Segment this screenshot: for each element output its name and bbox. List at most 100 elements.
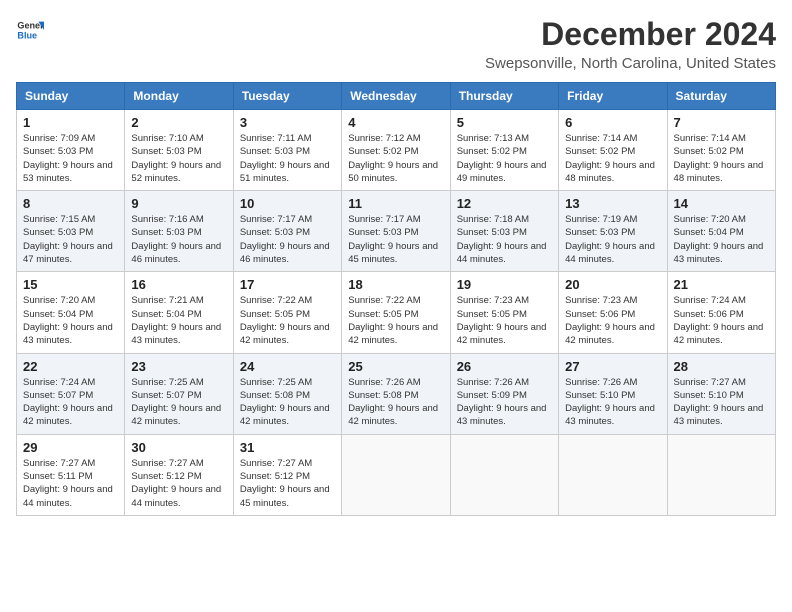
day-number: 6 — [565, 115, 660, 130]
day-info: Sunrise: 7:12 AM Sunset: 5:02 PM Dayligh… — [348, 132, 443, 185]
calendar-week-4: 22 Sunrise: 7:24 AM Sunset: 5:07 PM Dayli… — [17, 353, 776, 434]
day-info: Sunrise: 7:20 AM Sunset: 5:04 PM Dayligh… — [674, 213, 769, 266]
table-row: 3Sunrise: 7:11 AM Sunset: 5:03 PM Daylig… — [233, 110, 341, 191]
day-info: Sunrise: 7:14 AM Sunset: 5:02 PM Dayligh… — [674, 132, 769, 185]
calendar-header-row: Sunday Monday Tuesday Wednesday Thursday… — [17, 83, 776, 110]
logo-icon: General Blue — [16, 16, 44, 44]
table-row — [450, 434, 558, 515]
day-info: Sunrise: 7:27 AM Sunset: 5:11 PM Dayligh… — [23, 457, 118, 510]
table-row: 23 Sunrise: 7:25 AM Sunset: 5:07 PM Dayli… — [125, 353, 233, 434]
table-row: 8 Sunrise: 7:15 AM Sunset: 5:03 PM Daylig… — [17, 191, 125, 272]
table-row: 15Sunrise: 7:20 AM Sunset: 5:04 PM Dayli… — [17, 272, 125, 353]
col-sunday: Sunday — [17, 83, 125, 110]
day-info: Sunrise: 7:21 AM Sunset: 5:04 PM Dayligh… — [131, 294, 226, 347]
table-row: 16 Sunrise: 7:21 AM Sunset: 5:04 PM Dayli… — [125, 272, 233, 353]
table-row — [342, 434, 450, 515]
day-number: 27 — [565, 359, 660, 374]
table-row: 21Sunrise: 7:24 AM Sunset: 5:06 PM Dayli… — [667, 272, 775, 353]
col-saturday: Saturday — [667, 83, 775, 110]
table-row: 22 Sunrise: 7:24 AM Sunset: 5:07 PM Dayli… — [17, 353, 125, 434]
day-info: Sunrise: 7:10 AM Sunset: 5:03 PM Dayligh… — [131, 132, 226, 185]
day-info: Sunrise: 7:25 AM Sunset: 5:07 PM Dayligh… — [131, 376, 226, 429]
calendar-week-1: 1 Sunrise: 7:09 AM Sunset: 5:03 PM Daylig… — [17, 110, 776, 191]
day-info: Sunrise: 7:24 AM Sunset: 5:07 PM Dayligh… — [23, 376, 118, 429]
day-number: 8 — [23, 196, 118, 211]
title-area: December 2024 Swepsonville, North Caroli… — [485, 16, 776, 72]
day-info: Sunrise: 7:20 AM Sunset: 5:04 PM Dayligh… — [23, 294, 118, 347]
table-row — [559, 434, 667, 515]
table-row: 6 Sunrise: 7:14 AM Sunset: 5:02 PM Daylig… — [559, 110, 667, 191]
day-number: 26 — [457, 359, 552, 374]
day-number: 22 — [23, 359, 118, 374]
col-friday: Friday — [559, 83, 667, 110]
day-info: Sunrise: 7:23 AM Sunset: 5:06 PM Dayligh… — [565, 294, 660, 347]
day-info: Sunrise: 7:27 AM Sunset: 5:10 PM Dayligh… — [674, 376, 769, 429]
table-row: 24 Sunrise: 7:25 AM Sunset: 5:08 PM Dayli… — [233, 353, 341, 434]
day-info: Sunrise: 7:26 AM Sunset: 5:09 PM Dayligh… — [457, 376, 552, 429]
day-number: 11 — [348, 196, 443, 211]
day-number: 4 — [348, 115, 443, 130]
day-number: 19 — [457, 277, 552, 292]
col-wednesday: Wednesday — [342, 83, 450, 110]
table-row — [667, 434, 775, 515]
calendar-table: Sunday Monday Tuesday Wednesday Thursday… — [16, 82, 776, 516]
day-number: 24 — [240, 359, 335, 374]
day-info: Sunrise: 7:16 AM Sunset: 5:03 PM Dayligh… — [131, 213, 226, 266]
day-number: 10 — [240, 196, 335, 211]
day-info: Sunrise: 7:26 AM Sunset: 5:10 PM Dayligh… — [565, 376, 660, 429]
day-number: 23 — [131, 359, 226, 374]
table-row: 18 Sunrise: 7:22 AM Sunset: 5:05 PM Dayli… — [342, 272, 450, 353]
day-info: Sunrise: 7:26 AM Sunset: 5:08 PM Dayligh… — [348, 376, 443, 429]
day-number: 2 — [131, 115, 226, 130]
page-header: General Blue December 2024 Swepsonville,… — [16, 16, 776, 72]
day-number: 5 — [457, 115, 552, 130]
day-info: Sunrise: 7:24 AM Sunset: 5:06 PM Dayligh… — [674, 294, 769, 347]
day-number: 1 — [23, 115, 118, 130]
day-number: 20 — [565, 277, 660, 292]
table-row: 5Sunrise: 7:13 AM Sunset: 5:02 PM Daylig… — [450, 110, 558, 191]
day-info: Sunrise: 7:27 AM Sunset: 5:12 PM Dayligh… — [131, 457, 226, 510]
day-info: Sunrise: 7:17 AM Sunset: 5:03 PM Dayligh… — [348, 213, 443, 266]
day-number: 13 — [565, 196, 660, 211]
day-info: Sunrise: 7:23 AM Sunset: 5:05 PM Dayligh… — [457, 294, 552, 347]
day-info: Sunrise: 7:22 AM Sunset: 5:05 PM Dayligh… — [240, 294, 335, 347]
table-row: 28Sunrise: 7:27 AM Sunset: 5:10 PM Dayli… — [667, 353, 775, 434]
table-row: 2 Sunrise: 7:10 AM Sunset: 5:03 PM Daylig… — [125, 110, 233, 191]
col-tuesday: Tuesday — [233, 83, 341, 110]
day-info: Sunrise: 7:15 AM Sunset: 5:03 PM Dayligh… — [23, 213, 118, 266]
table-row: 14 Sunrise: 7:20 AM Sunset: 5:04 PM Dayli… — [667, 191, 775, 272]
table-row: 26 Sunrise: 7:26 AM Sunset: 5:09 PM Dayli… — [450, 353, 558, 434]
col-thursday: Thursday — [450, 83, 558, 110]
day-number: 31 — [240, 440, 335, 455]
table-row: 1 Sunrise: 7:09 AM Sunset: 5:03 PM Daylig… — [17, 110, 125, 191]
day-info: Sunrise: 7:09 AM Sunset: 5:03 PM Dayligh… — [23, 132, 118, 185]
table-row: 9Sunrise: 7:16 AM Sunset: 5:03 PM Daylig… — [125, 191, 233, 272]
day-info: Sunrise: 7:25 AM Sunset: 5:08 PM Dayligh… — [240, 376, 335, 429]
table-row: 20 Sunrise: 7:23 AM Sunset: 5:06 PM Dayli… — [559, 272, 667, 353]
day-number: 12 — [457, 196, 552, 211]
calendar-week-3: 15Sunrise: 7:20 AM Sunset: 5:04 PM Dayli… — [17, 272, 776, 353]
day-number: 7 — [674, 115, 769, 130]
table-row: 10 Sunrise: 7:17 AM Sunset: 5:03 PM Dayli… — [233, 191, 341, 272]
day-info: Sunrise: 7:14 AM Sunset: 5:02 PM Dayligh… — [565, 132, 660, 185]
table-row: 17Sunrise: 7:22 AM Sunset: 5:05 PM Dayli… — [233, 272, 341, 353]
day-info: Sunrise: 7:22 AM Sunset: 5:05 PM Dayligh… — [348, 294, 443, 347]
logo: General Blue — [16, 16, 44, 44]
day-info: Sunrise: 7:18 AM Sunset: 5:03 PM Dayligh… — [457, 213, 552, 266]
table-row: 25Sunrise: 7:26 AM Sunset: 5:08 PM Dayli… — [342, 353, 450, 434]
table-row: 11 Sunrise: 7:17 AM Sunset: 5:03 PM Dayli… — [342, 191, 450, 272]
day-number: 3 — [240, 115, 335, 130]
table-row: 31Sunrise: 7:27 AM Sunset: 5:12 PM Dayli… — [233, 434, 341, 515]
table-row: 29 Sunrise: 7:27 AM Sunset: 5:11 PM Dayli… — [17, 434, 125, 515]
day-number: 18 — [348, 277, 443, 292]
day-number: 30 — [131, 440, 226, 455]
day-number: 14 — [674, 196, 769, 211]
day-number: 29 — [23, 440, 118, 455]
svg-text:Blue: Blue — [17, 30, 37, 40]
table-row: 30 Sunrise: 7:27 AM Sunset: 5:12 PM Dayli… — [125, 434, 233, 515]
day-info: Sunrise: 7:17 AM Sunset: 5:03 PM Dayligh… — [240, 213, 335, 266]
day-number: 16 — [131, 277, 226, 292]
table-row: 12 Sunrise: 7:18 AM Sunset: 5:03 PM Dayli… — [450, 191, 558, 272]
calendar-week-2: 8 Sunrise: 7:15 AM Sunset: 5:03 PM Daylig… — [17, 191, 776, 272]
table-row: 19 Sunrise: 7:23 AM Sunset: 5:05 PM Dayli… — [450, 272, 558, 353]
